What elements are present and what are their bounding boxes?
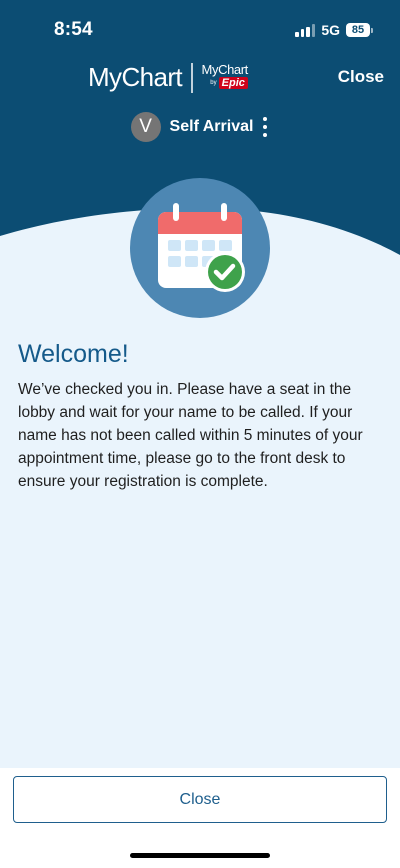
welcome-title: Welcome! [18, 340, 129, 368]
epic-logo: Epic [218, 77, 248, 89]
close-button[interactable]: Close [13, 776, 387, 823]
logo-text: MyChart [88, 61, 183, 92]
organization-selector: V Self Arrival [0, 112, 400, 142]
home-indicator [130, 853, 270, 858]
status-indicators: 5G 85 [295, 21, 373, 39]
welcome-message: We’ve checked you in. Please have a seat… [18, 381, 363, 490]
battery-icon: 85 [346, 23, 373, 37]
status-bar: 8:54 5G 85 [0, 0, 400, 58]
logo-divider [191, 63, 193, 93]
status-time: 8:54 [54, 19, 93, 40]
partner-logo-by: by [210, 80, 217, 86]
organization-avatar: V [130, 112, 161, 142]
mychart-logo: MyChart MyChart by Epic [88, 58, 248, 98]
header-close-button[interactable]: Close [338, 67, 384, 87]
mychart-by-epic-logo: MyChart by Epic [202, 63, 248, 89]
cellular-signal-icon [295, 23, 316, 37]
partner-logo-bottom: by Epic [210, 77, 248, 89]
organization-name: Self Arrival [169, 118, 254, 135]
footer: Close [0, 768, 400, 868]
calendar-check-icon [130, 178, 270, 318]
more-vertical-icon[interactable] [261, 117, 269, 137]
app-header: MyChart MyChart by Epic Close [0, 58, 400, 98]
partner-logo-top: MyChart [201, 62, 249, 77]
network-type: 5G [321, 22, 340, 38]
